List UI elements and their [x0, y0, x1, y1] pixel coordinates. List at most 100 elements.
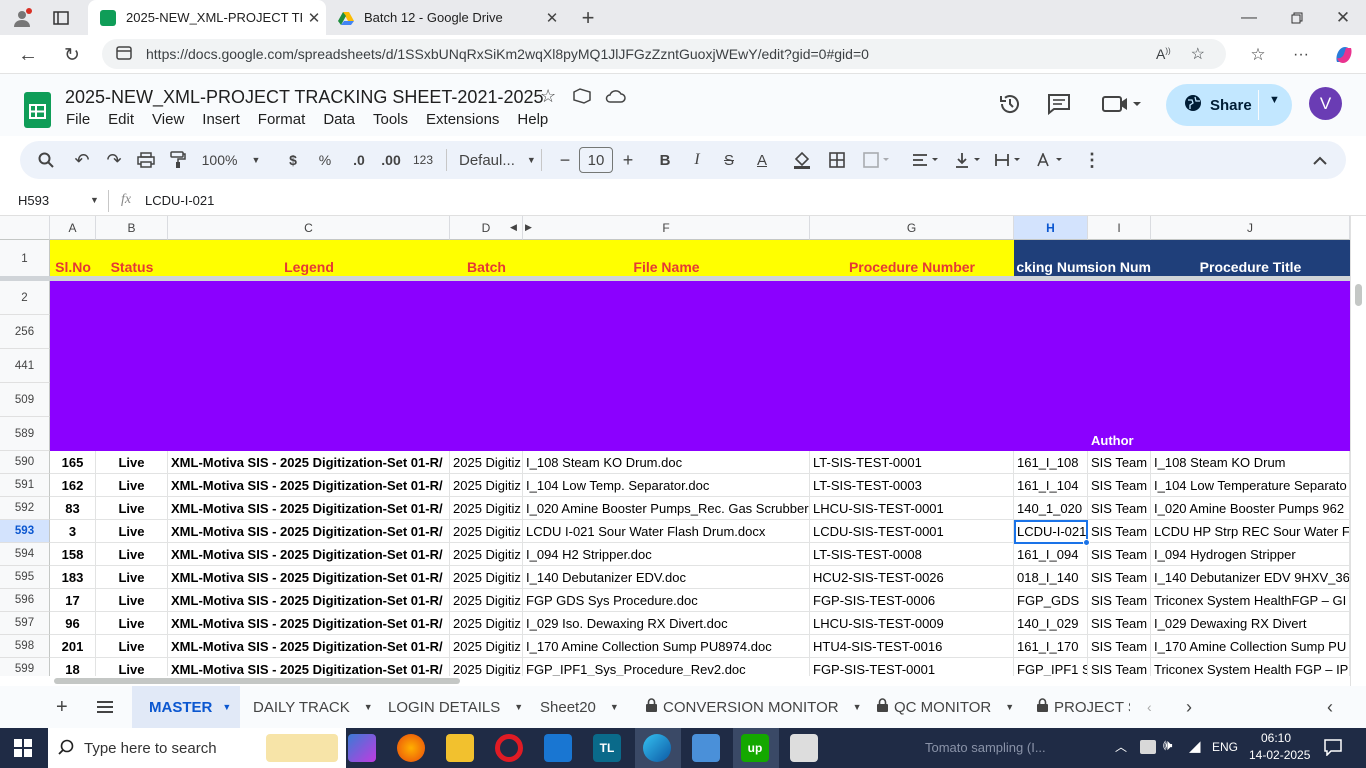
cell-tracking-number[interactable]: 018_I_140 [1014, 566, 1088, 589]
cell-batch[interactable]: 2025 Digitiz [450, 474, 523, 497]
tray-app-icon[interactable] [1140, 740, 1156, 754]
cell-legend[interactable]: XML-Motiva SIS - 2025 Digitization-Set 0… [168, 474, 450, 497]
all-sheets-icon[interactable] [96, 686, 118, 728]
undo-icon[interactable]: ↶ [70, 141, 94, 179]
cell-file-name[interactable]: I_170 Amine Collection Sump PU8974.doc [523, 635, 810, 658]
cell-procedure-number[interactable]: LT-SIS-TEST-0008 [810, 543, 1014, 566]
notification-center-icon[interactable] [1324, 738, 1342, 759]
cell-batch[interactable]: 2025 Digitiz [450, 589, 523, 612]
row-header[interactable]: 599 [0, 658, 50, 676]
cell-procedure-title[interactable]: Triconex System Health FGP – IP [1151, 658, 1350, 676]
vertical-scrollbar[interactable] [1350, 216, 1366, 686]
vertical-align-icon[interactable] [950, 141, 984, 179]
row-header[interactable]: 1 [0, 240, 50, 278]
cell-status[interactable]: Live [96, 474, 168, 497]
copilot-app-icon[interactable] [348, 734, 376, 762]
taskbar-notification-text[interactable]: Tomato sampling (I... [925, 740, 1046, 755]
cell-sl-no[interactable]: 201 [50, 635, 96, 658]
zoom-select[interactable]: 100% ▼ [198, 141, 264, 179]
decrease-decimal-button[interactable]: .0 [346, 141, 372, 179]
clock-date[interactable]: 14-02-2025 [1249, 748, 1310, 762]
cell-tracking-number[interactable]: 161_I_094 [1014, 543, 1088, 566]
column-header-h[interactable]: H [1014, 216, 1088, 240]
borders-icon[interactable] [825, 141, 849, 179]
row-header[interactable]: 595 [0, 566, 50, 589]
bold-button[interactable]: B [654, 141, 676, 179]
hidden-column-right-arrow-icon[interactable]: ▶ [525, 222, 532, 233]
sheet-tab-sheet20[interactable]: Sheet20 ▼ [540, 686, 619, 728]
menu-format[interactable]: Format [258, 111, 306, 128]
sheets-logo-icon[interactable] [24, 92, 51, 128]
cell-revision-number[interactable]: SIS Team [1088, 635, 1151, 658]
cell-file-name[interactable]: FGP_IPF1_Sys_Procedure_Rev2.doc [523, 658, 810, 676]
fill-color-icon[interactable] [790, 141, 814, 179]
scroll-tabs-left-icon[interactable]: ‹ [1147, 686, 1152, 728]
cell-procedure-title[interactable]: I_094 Hydrogen Stripper [1151, 543, 1350, 566]
chevron-down-icon[interactable]: ▼ [1269, 94, 1280, 106]
italic-button[interactable]: I [686, 141, 708, 179]
sheet-tab-conversion-monitor[interactable]: CONVERSION MONITOR ▼ [646, 686, 862, 728]
hidden-column-left-arrow-icon[interactable]: ◀ [510, 222, 517, 233]
cell-revision-number[interactable]: SIS Team [1088, 497, 1151, 520]
cell-file-name[interactable]: I_029 Iso. Dewaxing RX Divert.doc [523, 612, 810, 635]
restore-icon[interactable] [1282, 4, 1312, 32]
row-header[interactable]: 597 [0, 612, 50, 635]
cell-procedure-number[interactable]: LHCU-SIS-TEST-0009 [810, 612, 1014, 635]
redo-icon[interactable]: ↷ [102, 141, 126, 179]
share-button[interactable]: Share ▼ [1166, 84, 1292, 126]
version-history-icon[interactable] [998, 92, 1022, 119]
cell-procedure-number[interactable]: FGP-SIS-TEST-0001 [810, 658, 1014, 676]
cell-procedure-title[interactable]: I_020 Amine Booster Pumps 962 [1151, 497, 1350, 520]
percent-format-button[interactable]: % [314, 141, 336, 179]
cell-sl-no[interactable]: 165 [50, 451, 96, 474]
cell-procedure-title[interactable]: I_170 Amine Collection Sump PU [1151, 635, 1350, 658]
paint-format-icon[interactable] [166, 141, 190, 179]
sheet-tab-master[interactable]: MASTER ▼ [132, 686, 240, 728]
sheet-tab-project-s[interactable]: PROJECT S [1037, 686, 1130, 728]
upwork-app-icon[interactable]: up [741, 734, 769, 762]
decrease-font-size-button[interactable]: − [554, 141, 576, 179]
cell-batch[interactable]: 2025 Digitiz [450, 566, 523, 589]
cell-revision-number[interactable]: SIS Team [1088, 612, 1151, 635]
sheet-tab-daily-track[interactable]: DAILY TRACK ▼ [253, 686, 373, 728]
select-all-corner[interactable] [0, 216, 50, 240]
menu-data[interactable]: Data [323, 111, 355, 128]
scrollbar-thumb[interactable] [1355, 284, 1362, 306]
cell-procedure-number[interactable]: FGP-SIS-TEST-0006 [810, 589, 1014, 612]
browser-tab-drive[interactable]: Batch 12 - Google Drive ✕ [326, 0, 564, 35]
cell-status[interactable]: Live [96, 612, 168, 635]
document-title[interactable]: 2025-NEW_XML-PROJECT TRACKING SHEET-2021… [65, 87, 544, 108]
cell-revision-number[interactable]: SIS Team [1088, 566, 1151, 589]
row-header[interactable]: 594 [0, 543, 50, 566]
cell-status[interactable]: Live [96, 520, 168, 543]
snipping-tool-icon[interactable] [790, 734, 818, 762]
strikethrough-button[interactable]: S [718, 141, 740, 179]
cell-sl-no[interactable]: 3 [50, 520, 96, 543]
cell-legend[interactable]: XML-Motiva SIS - 2025 Digitization-Set 0… [168, 612, 450, 635]
cell-procedure-title[interactable]: I_140 Debutanizer EDV 9HXV_36 [1151, 566, 1350, 589]
cell-file-name[interactable]: I_020 Amine Booster Pumps_Rec. Gas Scrub… [523, 497, 810, 520]
column-header-b[interactable]: B [96, 216, 168, 240]
text-color-button[interactable]: A [750, 141, 774, 179]
cell-procedure-title[interactable]: I_104 Low Temperature Separato [1151, 474, 1350, 497]
horizontal-align-icon[interactable] [908, 141, 942, 179]
cell-procedure-number[interactable]: HTU4-SIS-TEST-0016 [810, 635, 1014, 658]
increase-decimal-button[interactable]: .00 [378, 141, 404, 179]
cell-batch[interactable]: 2025 Digitiz [450, 497, 523, 520]
cell-revision-number[interactable]: SIS Team [1088, 451, 1151, 474]
close-tab-icon[interactable]: ✕ [540, 9, 564, 27]
cell-status[interactable]: Live [96, 451, 168, 474]
cell-sl-no[interactable]: 96 [50, 612, 96, 635]
star-icon[interactable]: ☆ [540, 86, 556, 107]
minimize-icon[interactable]: — [1234, 4, 1264, 32]
cell-status[interactable]: Live [96, 658, 168, 676]
row-header[interactable]: 589 [0, 417, 50, 451]
row-header[interactable]: 593 [0, 520, 50, 543]
cell-status[interactable]: Live [96, 566, 168, 589]
cell-file-name[interactable]: LCDU I-021 Sour Water Flash Drum.docx [523, 520, 810, 543]
sheet-tab-login-details[interactable]: LOGIN DETAILS ▼ [388, 686, 523, 728]
cell-batch[interactable]: 2025 Digitiz [450, 635, 523, 658]
site-info-icon[interactable] [116, 45, 132, 63]
side-panel-toggle-icon[interactable]: ‹ [1327, 686, 1333, 728]
formula-input[interactable]: LCDU-I-021 [145, 193, 214, 208]
